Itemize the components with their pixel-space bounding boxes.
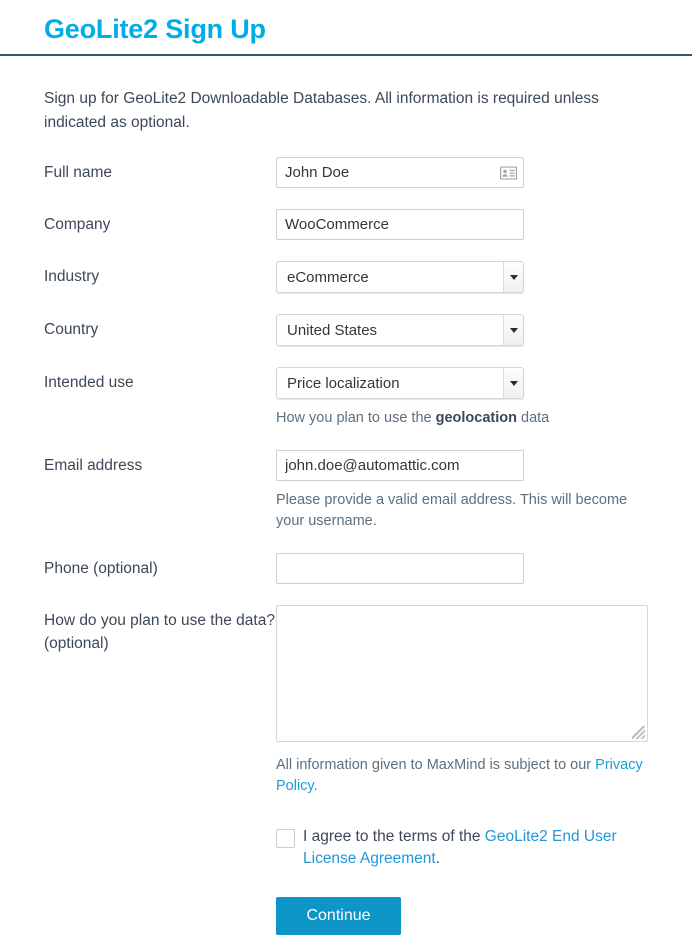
country-label: Country bbox=[44, 321, 99, 339]
field-row-country: Country United States bbox=[0, 314, 692, 347]
phone-label: Phone (optional) bbox=[44, 560, 158, 578]
chevron-down-icon[interactable] bbox=[503, 368, 523, 399]
industry-label: Industry bbox=[44, 268, 100, 286]
intended-use-helper: How you plan to use the geolocation data bbox=[276, 399, 648, 429]
chevron-down-icon[interactable] bbox=[503, 315, 523, 346]
privacy-prefix: All information given to MaxMind is subj… bbox=[276, 757, 596, 774]
full-name-input[interactable] bbox=[276, 157, 524, 189]
agree-checkbox[interactable] bbox=[276, 828, 295, 848]
plan-to-use-label: How do you plan to use the data? (option… bbox=[44, 612, 275, 652]
industry-select[interactable]: eCommerce bbox=[276, 261, 524, 294]
email-helper: Please provide a valid email address. Th… bbox=[276, 492, 628, 530]
field-row-full-name: Full name bbox=[0, 157, 692, 189]
privacy-suffix: . bbox=[313, 778, 318, 795]
field-row-phone: Phone (optional) bbox=[0, 553, 692, 585]
continue-button[interactable]: Continue bbox=[276, 897, 401, 936]
company-input[interactable] bbox=[276, 209, 524, 241]
field-row-industry: Industry eCommerce bbox=[0, 261, 692, 294]
intended-use-helper-bold: geolocation bbox=[435, 410, 517, 427]
page-title: GeoLite2 Sign Up bbox=[44, 14, 266, 44]
country-select-value: United States bbox=[287, 321, 378, 339]
field-row-plan-to-use: How do you plan to use the data? (option… bbox=[0, 605, 692, 936]
signup-form: Full name Company Industry bbox=[0, 135, 692, 936]
agree-suffix: . bbox=[435, 849, 441, 867]
email-label: Email address bbox=[44, 457, 143, 475]
intro-text: Sign up for GeoLite2 Downloadable Databa… bbox=[44, 90, 599, 132]
chevron-down-icon[interactable] bbox=[503, 262, 523, 293]
intended-use-select-value: Price localization bbox=[287, 374, 400, 392]
intended-use-helper-suffix: data bbox=[516, 410, 550, 427]
agree-prefix: I agree to the terms of the bbox=[303, 827, 485, 845]
resize-grip-icon[interactable] bbox=[632, 726, 645, 740]
field-row-company: Company bbox=[0, 209, 692, 241]
field-row-email: Email address Please provide a valid ema… bbox=[0, 450, 692, 532]
intended-use-label: Intended use bbox=[44, 374, 134, 392]
phone-input[interactable] bbox=[276, 553, 524, 585]
company-label: Company bbox=[44, 216, 111, 234]
field-row-intended-use: Intended use Price localization How you … bbox=[0, 367, 692, 429]
intended-use-helper-prefix: How you plan to use the bbox=[276, 410, 436, 427]
country-select[interactable]: United States bbox=[276, 314, 524, 347]
plan-to-use-textarea[interactable] bbox=[276, 605, 648, 743]
agree-row: I agree to the terms of the GeoLite2 End… bbox=[276, 798, 664, 871]
privacy-policy-text: All information given to MaxMind is subj… bbox=[276, 742, 656, 797]
agree-text: I agree to the terms of the GeoLite2 End… bbox=[295, 826, 664, 871]
full-name-label: Full name bbox=[44, 164, 113, 182]
industry-select-value: eCommerce bbox=[287, 268, 369, 286]
email-input[interactable] bbox=[276, 450, 524, 482]
intended-use-select[interactable]: Price localization bbox=[276, 367, 524, 400]
